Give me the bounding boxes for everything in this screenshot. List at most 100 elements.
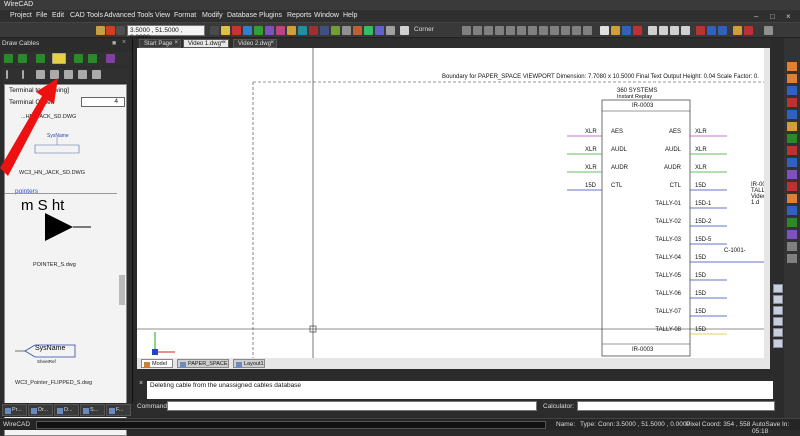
right-tool-icon-0[interactable] — [787, 62, 797, 71]
tab-close-icon[interactable]: × — [270, 40, 274, 46]
right-wire-label[interactable]: 15D-1 — [695, 201, 711, 207]
menu-format[interactable]: Format — [174, 12, 196, 19]
toolbar-options-icon[interactable] — [764, 26, 773, 35]
right-tool-icon-7[interactable] — [787, 146, 797, 155]
right-tool-icon-6[interactable] — [787, 134, 797, 143]
tab-2[interactable]: Video 2.dwg × — [233, 39, 277, 48]
record-icon[interactable] — [106, 26, 115, 35]
menu-reports[interactable]: Reports — [287, 12, 312, 19]
right-tool-icon-14[interactable] — [787, 230, 797, 239]
menu-modify[interactable]: Modify — [202, 12, 223, 19]
library-scrollbar[interactable] — [119, 275, 125, 305]
calculator-input[interactable] — [577, 401, 775, 411]
close-icon[interactable]: × — [786, 12, 791, 21]
view-tool-icon-3[interactable] — [773, 317, 783, 326]
rect-icon[interactable] — [375, 26, 384, 35]
mirror-icon[interactable] — [276, 26, 285, 35]
text-icon[interactable] — [386, 26, 395, 35]
right-tool-icon-5[interactable] — [787, 122, 797, 131]
zoom-out-icon[interactable] — [473, 26, 482, 35]
properties-icon[interactable] — [733, 26, 742, 35]
zoom-window-icon[interactable] — [484, 26, 493, 35]
command-close-icon[interactable]: × — [137, 380, 145, 392]
menu-help[interactable]: Help — [343, 12, 357, 19]
flipped-pointer-symbol[interactable]: SysName SheetRef — [11, 341, 121, 369]
zoom-scale-icon[interactable] — [539, 26, 548, 35]
menu-project[interactable]: Project — [10, 12, 32, 19]
move-icon[interactable] — [243, 26, 252, 35]
tab-close-icon[interactable]: × — [222, 40, 226, 46]
canvas-vscroll[interactable] — [764, 48, 770, 368]
right-tool-icon-8[interactable] — [787, 158, 797, 167]
right-wire-label[interactable]: 15D — [695, 183, 706, 189]
left-wire-label[interactable]: 15D — [585, 183, 596, 189]
panel-tab-1[interactable]: Dr... — [28, 404, 53, 416]
menu-plugins[interactable]: Plugins — [259, 12, 282, 19]
clipboard-icon[interactable] — [681, 26, 690, 35]
delete-icon[interactable] — [232, 26, 241, 35]
pan-icon[interactable] — [506, 26, 515, 35]
right-wire-label[interactable]: XLR — [695, 129, 707, 135]
menu-database[interactable]: Database — [227, 12, 257, 19]
help-icon[interactable] — [744, 26, 753, 35]
new-file-icon[interactable] — [600, 26, 609, 35]
right-wire-label[interactable]: XLR — [695, 165, 707, 171]
polyline-icon[interactable] — [342, 26, 351, 35]
right-tool-icon-9[interactable] — [787, 170, 797, 179]
menu-edit[interactable]: Edit — [52, 12, 64, 19]
menu-advanced-tools[interactable]: Advanced Tools — [104, 12, 153, 19]
view-tool-icon-5[interactable] — [773, 339, 783, 348]
view2-icon[interactable] — [583, 26, 592, 35]
redo-icon[interactable] — [707, 26, 716, 35]
left-wire-label[interactable]: XLR — [585, 165, 597, 171]
right-tool-icon-3[interactable] — [787, 98, 797, 107]
paste-icon[interactable] — [670, 26, 679, 35]
zoom-extents-icon[interactable] — [495, 26, 504, 35]
view-tool-icon-2[interactable] — [773, 306, 783, 315]
right-wire-label[interactable]: XLR — [695, 147, 707, 153]
extend-icon[interactable] — [320, 26, 329, 35]
library-item-file[interactable]: POINTER_S.dwg — [33, 262, 76, 268]
panel-tab-3[interactable]: S... — [80, 404, 105, 416]
circle-icon[interactable] — [364, 26, 373, 35]
select-icon[interactable] — [221, 26, 230, 35]
zoom-in-icon[interactable] — [462, 26, 471, 35]
arc-icon[interactable] — [353, 26, 362, 35]
undo-icon[interactable] — [696, 26, 705, 35]
layout-tab-2[interactable]: Layout1 — [233, 359, 265, 368]
view-tool-icon-1[interactable] — [773, 295, 783, 304]
right-wire-label[interactable]: 15D — [695, 273, 706, 279]
drawing-canvas[interactable]: Boundary for PAPER_SPACE VIEWPORT Dimens… — [137, 48, 770, 368]
pointer-symbol[interactable]: m S ht — [9, 198, 119, 255]
menu-cad-tools[interactable]: CAD Tools — [70, 12, 103, 19]
layer-icon[interactable] — [116, 26, 125, 35]
corner-label[interactable]: Corner — [414, 26, 434, 33]
line-icon[interactable] — [331, 26, 340, 35]
panel-tab-2[interactable]: D... — [54, 404, 79, 416]
cable-label[interactable]: C-1001- — [724, 248, 746, 254]
copy-icon[interactable] — [254, 26, 263, 35]
left-wire-label[interactable]: XLR — [585, 147, 597, 153]
panel-tab-0[interactable]: Pr... — [2, 404, 27, 416]
save-as-icon[interactable] — [633, 26, 642, 35]
right-wire-label[interactable]: 15D — [695, 255, 706, 261]
print-icon[interactable] — [648, 26, 657, 35]
right-tool-icon-4[interactable] — [787, 110, 797, 119]
regen-icon[interactable] — [561, 26, 570, 35]
rotate-icon[interactable] — [265, 26, 274, 35]
zoom-all-icon[interactable] — [528, 26, 537, 35]
right-wire-label[interactable]: 15D — [695, 291, 706, 297]
menu-window[interactable]: Window — [314, 12, 339, 19]
right-tool-icon-15[interactable] — [787, 242, 797, 251]
view-tool-icon-4[interactable] — [773, 328, 783, 337]
layout-tab-0[interactable]: Model — [141, 359, 173, 368]
stretch-icon[interactable] — [298, 26, 307, 35]
right-wire-label[interactable]: 15D-2 — [695, 219, 711, 225]
right-tool-icon-16[interactable] — [787, 254, 797, 263]
snap-icon[interactable] — [210, 26, 219, 35]
right-wire-label[interactable]: 15D — [695, 309, 706, 315]
refresh-icon[interactable] — [718, 26, 727, 35]
zoom-previous-icon[interactable] — [517, 26, 526, 35]
cut-icon[interactable] — [659, 26, 668, 35]
right-tool-icon-11[interactable] — [787, 194, 797, 203]
